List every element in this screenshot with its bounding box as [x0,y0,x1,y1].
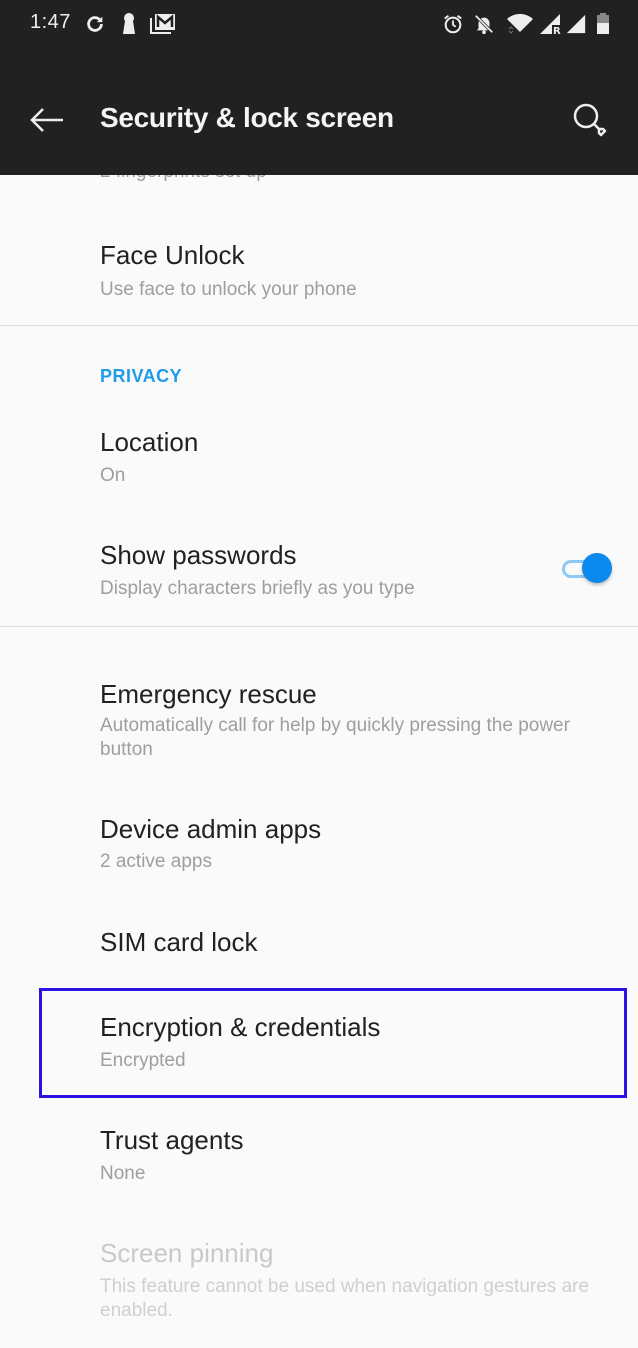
emergency-rescue-item[interactable]: Emergency rescue Automatically call for … [0,665,638,780]
keyhole-icon [123,13,135,34]
item-title: Emergency rescue [100,679,317,709]
location-item[interactable]: Location On [0,410,638,510]
item-title: Trust agents [100,1125,244,1155]
item-summary: Display characters briefly as you type [100,578,415,599]
status-bar: 1:47 R [0,0,638,50]
arrow-back-icon[interactable] [28,105,66,135]
signal-icon [566,14,586,34]
trust-agents-item[interactable]: Trust agents None [0,1110,638,1205]
privacy-header: PRIVACY [100,366,183,386]
battery-icon [597,13,609,34]
status-time: 1:47 [30,11,71,33]
show-passwords-toggle[interactable] [560,551,616,587]
toggle-thumb [582,553,612,583]
search-icon[interactable] [570,100,612,142]
divider [0,626,638,627]
device-admin-item[interactable]: Device admin apps 2 active apps [0,800,638,895]
show-passwords-item[interactable]: Show passwords Display characters briefl… [0,525,638,625]
item-title: Encryption & credentials [100,1012,381,1042]
gmail-icon [150,14,175,34]
item-title: Location [100,427,199,457]
svg-text:R: R [553,26,561,36]
app-bar: Security & lock screen [0,50,638,175]
fingerprint-summary: 2 fingerprints set up [100,175,267,183]
item-title: SIM card lock [100,927,258,957]
item-summary: None [100,1163,146,1184]
divider [0,325,638,326]
sim-card-lock-item[interactable]: SIM card lock [0,910,638,980]
face-unlock-item[interactable]: Face Unlock Use face to unlock your phon… [0,220,638,325]
item-summary: 2 active apps [100,851,212,872]
item-summary: Use face to unlock your phone [100,279,357,300]
sync-icon [87,16,103,32]
item-summary: Automatically call for help by quickly p… [100,715,570,760]
notifications-off-icon [474,14,494,35]
item-summary: This feature cannot be used when navigat… [100,1276,590,1321]
item-title: Face Unlock [100,240,245,270]
item-title: Device admin apps [100,814,322,844]
item-summary: Encrypted [100,1050,186,1071]
item-title: Show passwords [100,540,297,570]
item-title: Screen pinning [100,1238,274,1268]
wifi-icon [507,13,533,34]
screen-pinning-item: Screen pinning This feature cannot be us… [0,1223,638,1333]
alarm-icon [444,14,462,34]
settings-list[interactable]: 2 fingerprints set up Face Unlock Use fa… [0,175,638,1348]
encryption-credentials-item[interactable]: Encryption & credentials Encrypted [0,995,638,1095]
item-summary: On [100,465,126,486]
signal-roaming-icon: R [540,14,561,36]
page-title: Security & lock screen [100,102,394,133]
